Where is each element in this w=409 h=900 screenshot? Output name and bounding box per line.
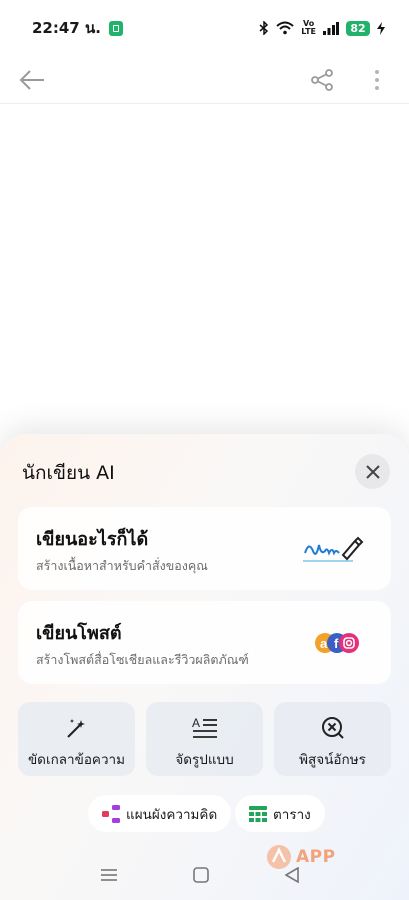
charging-icon <box>377 21 385 35</box>
wifi-icon <box>276 21 294 35</box>
close-icon <box>365 464 380 479</box>
svg-text:a: a <box>320 636 328 651</box>
tile-label: จัดรูปแบบ <box>175 752 234 768</box>
signal-icon <box>323 21 339 35</box>
bluetooth-icon <box>259 21 269 35</box>
card-title: เขียนโพสต์ <box>36 623 122 644</box>
format-button[interactable]: A จัดรูปแบบ <box>146 702 263 776</box>
format-text-icon: A <box>191 714 219 742</box>
top-toolbar <box>0 56 409 104</box>
mind-map-icon <box>102 804 120 823</box>
ai-writer-sheet: นักเขียน AI เขียนอะไรก็ได้ สร้างเนื้อหาส… <box>0 434 409 900</box>
recent-apps-icon[interactable] <box>94 862 124 888</box>
mind-map-chip[interactable]: แผนผังความคิด <box>88 795 232 832</box>
status-right: Vo LTE 82 <box>259 20 385 36</box>
table-icon <box>249 805 267 822</box>
notification-icon <box>108 20 123 36</box>
tile-label: พิสูจน์อักษร <box>299 752 366 768</box>
chip-label: ตาราง <box>273 806 311 823</box>
status-left: 22:47 น. <box>32 16 123 40</box>
proofread-check-icon <box>319 714 347 742</box>
social-logos-icon: a f <box>315 633 359 653</box>
chip-label: แผนผังความคิด <box>126 806 218 823</box>
card-title: เขียนอะไรก็ได้ <box>36 529 149 550</box>
proofread-button[interactable]: พิสูจน์อักษร <box>274 702 391 776</box>
handwriting-pen-icon <box>303 536 364 562</box>
share-icon[interactable] <box>306 62 338 98</box>
battery-indicator: 82 <box>346 20 370 36</box>
write-post-card[interactable]: เขียนโพสต์ สร้างโพสต์สื่อโซเชียลและรีวิว… <box>18 601 391 684</box>
more-options-icon[interactable] <box>362 62 392 98</box>
status-bar: 22:47 น. Vo LTE 82 <box>0 0 409 56</box>
table-chip[interactable]: ตาราง <box>235 795 325 832</box>
volte-icon: Vo LTE <box>301 19 316 36</box>
card-subtitle: สร้างโพสต์สื่อโซเชียลและรีวิวผลิตภัณฑ์ <box>36 652 249 667</box>
close-button[interactable] <box>355 454 390 489</box>
magic-wand-icon <box>63 714 91 742</box>
polish-text-button[interactable]: ขัดเกลาข้อความ <box>18 702 135 776</box>
sheet-title: นักเขียน AI <box>22 462 115 484</box>
svg-text:f: f <box>334 636 339 651</box>
home-icon[interactable] <box>186 862 216 888</box>
nav-back-icon[interactable] <box>277 862 307 888</box>
card-subtitle: สร้างเนื้อหาสำหรับคำสั่งของคุณ <box>36 558 208 573</box>
back-arrow-icon[interactable] <box>16 62 48 98</box>
svg-text:A: A <box>192 716 200 730</box>
clock: 22:47 น. <box>32 19 101 37</box>
system-nav-bar <box>0 862 409 888</box>
tile-label: ขัดเกลาข้อความ <box>27 752 126 768</box>
write-anything-card[interactable]: เขียนอะไรก็ได้ สร้างเนื้อหาสำหรับคำสั่งข… <box>18 507 391 590</box>
